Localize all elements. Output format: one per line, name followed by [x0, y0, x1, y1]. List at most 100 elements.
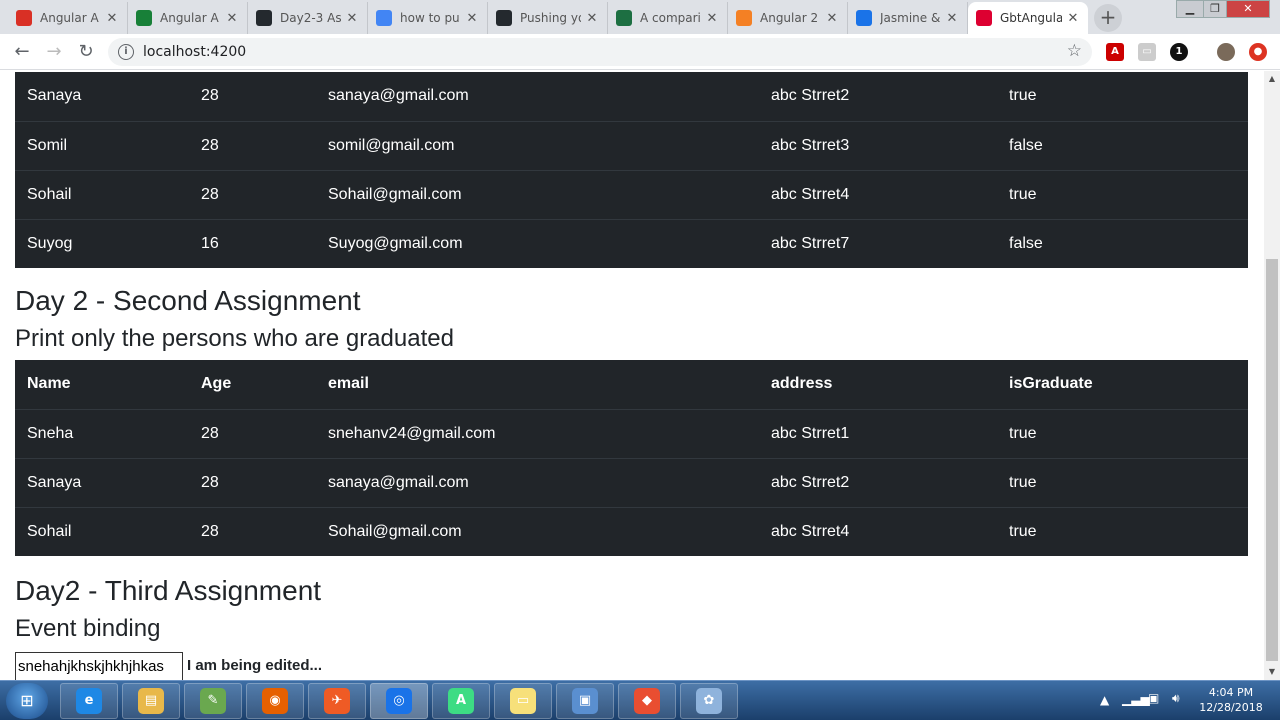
scrollbar-thumb[interactable] [1266, 259, 1278, 661]
taskbar-app-button[interactable]: ◆ [618, 683, 676, 719]
close-tab-icon[interactable]: ✕ [705, 11, 719, 26]
taskbar-app-button[interactable]: ✿ [680, 683, 738, 719]
paint-icon: ✿ [696, 688, 722, 714]
column-header: Name [15, 360, 189, 410]
table-row: Somil 28 somil@gmail.com abc Strret3 false [15, 120, 1248, 170]
table-cell: abc Strret4 [759, 506, 997, 556]
scroll-down-icon[interactable]: ▼ [1264, 664, 1280, 680]
android-studio-icon: A [448, 688, 474, 714]
cast-extension-icon[interactable]: ▭ [1138, 43, 1156, 61]
persons-table-all: Sanaya 28 sanaya@gmail.com abc Strret2 true S… [15, 72, 1248, 268]
table-cell: Sohail [15, 169, 189, 219]
browser-toolbar: ← → ↻ i localhost:4200 ☆ A ▭ 1 ● [0, 34, 1280, 70]
table-cell: 16 [189, 218, 316, 268]
clock-date: 12/28/2018 [1199, 701, 1263, 714]
address-bar[interactable]: i localhost:4200 ☆ [108, 38, 1092, 66]
password-extension-icon[interactable]: 1 [1170, 43, 1188, 61]
scroll-up-icon[interactable]: ▲ [1264, 71, 1280, 87]
taskbar-app-button[interactable]: ✎ [184, 683, 242, 719]
table-cell: sanaya@gmail.com [316, 457, 759, 507]
volume-icon[interactable]: 🔊︎ [1172, 691, 1180, 706]
pdf-extension-icon[interactable]: A [1106, 43, 1124, 61]
profile-avatar[interactable] [1217, 43, 1235, 61]
event-binding-input[interactable] [15, 652, 183, 680]
table-row: Sneha 28 snehanv24@gmail.com abc Strret1 tru… [15, 409, 1248, 458]
browser-tab[interactable]: Day2-3 As ✕ [248, 2, 368, 34]
table-row: Sanaya 28 sanaya@gmail.com abc Strret2 true [15, 72, 1248, 121]
reload-icon[interactable]: ↻ [74, 40, 98, 64]
browser-tab-title: how to pu [400, 11, 460, 25]
clock-time: 4:04 PM [1208, 686, 1254, 699]
column-header: Age [189, 360, 316, 410]
browser-tab[interactable]: Pushing yo ✕ [488, 2, 608, 34]
windows-start-button[interactable]: ⊞ [6, 683, 48, 719]
taskbar-app-button[interactable]: ▭ [494, 683, 552, 719]
windows-taskbar: ⊞ ▲ ▁▃▅ ▣ 🔊︎ 4:04 PM 12/28/2018 e ▤ ✎ ◉ ✈ ◎ A ▭… [0, 680, 1280, 720]
sticky-notes-icon: ▭ [510, 688, 536, 714]
taskbar-app-button[interactable]: e [60, 683, 118, 719]
forward-icon[interactable]: → [42, 40, 66, 64]
excel-icon [616, 10, 632, 26]
close-tab-icon[interactable]: ✕ [1066, 11, 1080, 26]
table-cell: false [997, 218, 1248, 268]
jasmine-icon [856, 10, 872, 26]
browser-tab[interactable]: Jasmine & ✕ [848, 2, 968, 34]
table-cell: Sohail [15, 506, 189, 556]
maximize-button[interactable]: ❐ [1203, 0, 1227, 18]
close-tab-icon[interactable]: ✕ [825, 11, 839, 26]
browser-tab[interactable]: GbtAngula ✕ [968, 2, 1088, 34]
close-tab-icon[interactable]: ✕ [225, 11, 239, 26]
browser-tab-title: A compari [640, 11, 701, 25]
close-window-button[interactable]: ✕ [1226, 0, 1270, 18]
close-tab-icon[interactable]: ✕ [585, 11, 599, 26]
table-cell: true [1009, 424, 1037, 442]
browser-tab-title: Pushing yo [520, 11, 581, 25]
new-tab-button[interactable]: + [1094, 4, 1122, 32]
close-tab-icon[interactable]: ✕ [945, 11, 959, 26]
chrome-icon: ◎ [386, 688, 412, 714]
browser-tab[interactable]: A compari ✕ [608, 2, 728, 34]
taskbar-app-button[interactable]: ◉ [246, 683, 304, 719]
third-assignment-heading: Day2 - Third Assignment [15, 575, 322, 606]
tray-arrow-icon[interactable]: ▲ [1100, 693, 1109, 707]
network-icon[interactable]: ▣ [1148, 691, 1159, 705]
browser-tab[interactable]: Angular A ✕ [8, 2, 128, 34]
extension-alert-icon[interactable]: ● [1249, 43, 1267, 61]
taskbar-app-button[interactable]: ✈ [308, 683, 366, 719]
close-tab-icon[interactable]: ✕ [345, 11, 359, 26]
page-scrollbar[interactable]: ▲ ▼ [1264, 71, 1280, 680]
github-icon [256, 10, 272, 26]
signal-icon: ▁▃▅ [1122, 692, 1150, 706]
column-header: address [759, 360, 997, 410]
table-cell: abc Strret2 [759, 457, 997, 507]
browser-tab[interactable]: Angular 2 ✕ [728, 2, 848, 34]
address-url[interactable]: localhost:4200 [143, 44, 246, 60]
table-cell: true [997, 169, 1248, 219]
browser-tab-title: Angular A [160, 11, 219, 25]
info-icon[interactable]: i [118, 44, 134, 60]
taskbar-app-button[interactable]: ▤ [122, 683, 180, 719]
bookmark-star-icon[interactable]: ☆ [1067, 41, 1082, 61]
back-icon[interactable]: ← [10, 40, 34, 64]
table-cell: 28 [189, 169, 316, 219]
close-tab-icon[interactable]: ✕ [105, 11, 119, 26]
browser-tab-title: Jasmine & [880, 11, 941, 25]
browser-tab-strip: + ▁ ❐ ✕ Angular A ✕ Angular A ✕ Day2-3 As ✕ ho… [0, 0, 1280, 34]
table-row: Suyog 16 Suyog@gmail.com abc Strret7 false [15, 218, 1248, 268]
system-clock[interactable]: 4:04 PM 12/28/2018 [1196, 685, 1266, 715]
file-explorer-icon: ▤ [138, 688, 164, 714]
browser-tab[interactable]: Angular A ✕ [128, 2, 248, 34]
notepad-plus-icon: ✎ [200, 688, 226, 714]
table-cell: abc Strret7 [759, 218, 997, 268]
taskbar-app-button[interactable]: A [432, 683, 490, 719]
table-cell: false [997, 120, 1248, 170]
close-tab-icon[interactable]: ✕ [465, 11, 479, 26]
browser-tab[interactable]: how to pu ✕ [368, 2, 488, 34]
taskbar-app-button[interactable]: ◎ [370, 683, 428, 719]
postman-icon: ✈ [324, 688, 350, 714]
taskbar-app-button[interactable]: ▣ [556, 683, 614, 719]
minimize-button[interactable]: ▁ [1176, 0, 1204, 18]
browser-tab-title: GbtAngula [1000, 11, 1062, 25]
table-row: Sohail 28 Sohail@gmail.com abc Strret4 true [15, 506, 1248, 556]
table-cell: 28 [201, 424, 219, 442]
